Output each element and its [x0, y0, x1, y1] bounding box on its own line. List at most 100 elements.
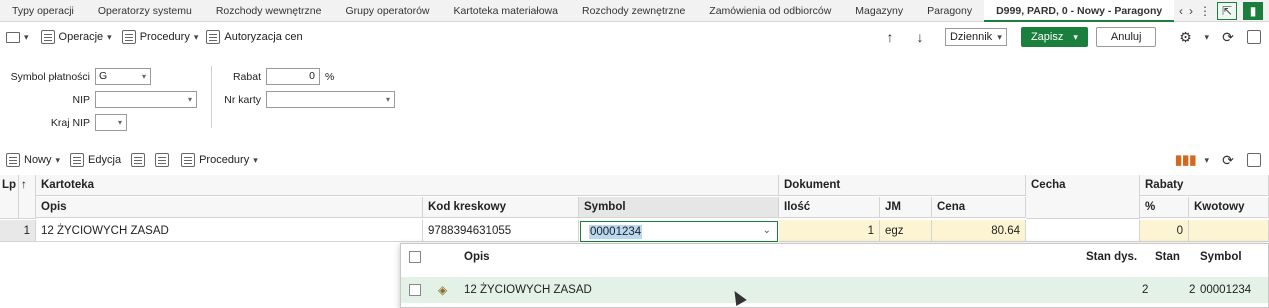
popup-stan-dys-header[interactable]: Stan dys. [1086, 244, 1137, 270]
autoryzacja-cen-button[interactable]: Autoryzacja cen [206, 30, 303, 44]
chevron-down-icon: ▾ [253, 154, 258, 165]
edycja-label: Edycja [88, 154, 122, 166]
rabat-label: Rabat [232, 71, 261, 83]
chevron-down-icon: ▾ [385, 95, 390, 104]
popup-row[interactable]: ◈ 12 ŻYCIOWYCH ZASAD 2 2 00001234 [401, 277, 1268, 303]
delete-document-button[interactable] [155, 153, 170, 167]
procedury-menu[interactable]: Procedury ▾ [121, 30, 198, 44]
popup-row-stan-dys: 2 [1142, 284, 1149, 296]
operacje-label: Operacje [58, 31, 104, 43]
tab-magazyny[interactable]: Magazyny [843, 0, 915, 22]
col-opis-header[interactable]: Opis [36, 197, 423, 218]
popup-symbol-header[interactable]: Symbol [1200, 244, 1242, 270]
dziennik-select[interactable]: Dziennik ▾ [944, 28, 1007, 46]
zapisz-button[interactable]: Zapisz ▾ [1020, 27, 1088, 47]
chevron-down-icon[interactable]: ▾ [1204, 32, 1209, 43]
info-document-button[interactable] [131, 153, 146, 167]
header-form: Symbol płatności G ▾ NIP ▾ Kraj NIP ▾ Ra… [0, 56, 1269, 136]
row-jm[interactable]: egz [880, 220, 932, 242]
new-document-icon [6, 153, 20, 167]
col-lp-header[interactable]: Lp [0, 175, 19, 219]
document-icon [121, 30, 136, 44]
refresh-icon[interactable]: ⟳ [1217, 29, 1239, 46]
tab-rozchody-wewnetrzne[interactable]: Rozchody wewnętrzne [204, 0, 334, 22]
row-kod-kreskowy[interactable]: 9788394631055 [423, 220, 579, 242]
open-external-icon[interactable]: ⇱ [1217, 2, 1237, 20]
settings-icon[interactable]: ⚙ [1174, 29, 1196, 46]
grid-right-tools: ▮▮▮ ▾ ⟳ [1175, 150, 1261, 170]
nr-karty-select[interactable]: ▾ [266, 91, 395, 108]
tab-prev-icon[interactable]: ‹ [1179, 4, 1183, 18]
rabat-input[interactable]: 0 [266, 68, 320, 85]
chevron-down-icon: ▾ [997, 31, 1002, 42]
popup-row-stan: 2 [1189, 284, 1196, 296]
nip-select[interactable]: ▾ [95, 91, 197, 108]
col-kwotowy-header[interactable]: Kwotowy [1189, 197, 1269, 218]
anuluj-label: Anuluj [1110, 31, 1142, 43]
chevron-down-icon: ▾ [55, 154, 61, 165]
col-symbol-header[interactable]: Symbol [579, 197, 779, 218]
col-procent-header[interactable]: % [1140, 197, 1189, 218]
row-cena[interactable]: 80.64 [932, 220, 1026, 242]
chevron-down-icon: ▾ [187, 95, 192, 104]
popup-opis-header[interactable]: Opis [464, 244, 490, 270]
chevron-down-icon[interactable]: ⌄ [763, 225, 771, 236]
refresh-icon[interactable]: ⟳ [1217, 152, 1239, 169]
delete-document-icon [155, 153, 170, 167]
anuluj-button[interactable]: Anuluj [1095, 27, 1157, 47]
operacje-menu[interactable]: Operacje ▾ [40, 30, 112, 44]
tab-kartoteka-materialowa[interactable]: Kartoteka materiałowa [442, 0, 570, 22]
edycja-button[interactable]: Edycja [70, 153, 121, 167]
popup-row-opis: 12 ŻYCIOWYCH ZASAD [464, 284, 592, 296]
chevron-down-icon[interactable]: ▾ [1073, 32, 1078, 43]
procedury-grid-menu[interactable]: Procedury ▾ [181, 153, 258, 167]
chevron-down-icon[interactable]: ▾ [1204, 155, 1209, 166]
tab-more-icon[interactable]: ⋮ [1199, 4, 1211, 18]
nip-label: NIP [72, 94, 90, 106]
arrow-down-icon[interactable]: ↓ [909, 29, 931, 45]
tab-zamowienia-od-odbiorcow[interactable]: Zamówienia od odbiorców [697, 0, 843, 22]
row-ilosc[interactable]: 1 [779, 220, 880, 242]
row-rabat-kwotowy[interactable] [1189, 220, 1269, 242]
procedury-grid-label: Procedury [199, 154, 250, 166]
col-ilosc-header[interactable]: Ilość [779, 197, 880, 218]
chevron-down-icon: ▾ [141, 72, 146, 81]
symbol-combobox[interactable]: 00001234 ⌄ [580, 221, 778, 242]
edit-document-icon [70, 153, 85, 167]
tab-paragony[interactable]: Paragony [915, 0, 984, 22]
col-cena-header[interactable]: Cena [932, 197, 1026, 218]
row-lp[interactable]: 1 [0, 220, 36, 242]
panel-toggle-icon[interactable]: ▮ [1243, 2, 1263, 20]
select-all-checkbox[interactable] [409, 251, 421, 263]
grid-toolbar: Nowy ▾ Edycja Procedury ▾ [0, 150, 1269, 170]
sort-arrow-icon[interactable]: ↑ [19, 175, 36, 219]
tab-grupy-operatorow[interactable]: Grupy operatorów [333, 0, 441, 22]
kraj-nip-select[interactable]: ▾ [95, 114, 127, 131]
tab-d999-paragony[interactable]: D999, PARD, 0 - Nowy - Paragony [984, 0, 1175, 22]
col-kod-header[interactable]: Kod kreskowy [423, 197, 579, 218]
row-rabat-procent[interactable]: 0 [1140, 220, 1189, 242]
info-document-icon [131, 153, 146, 167]
tab-next-icon[interactable]: › [1189, 4, 1193, 18]
tab-bar: Typy operacji Operatorzy systemu Rozchod… [0, 0, 1269, 22]
arrow-up-icon[interactable]: ↑ [879, 29, 901, 45]
row-checkbox[interactable] [409, 284, 421, 296]
layout-icon[interactable] [1247, 30, 1261, 44]
symbol-platnosci-value: G [99, 70, 108, 82]
cecha-header[interactable]: Cecha [1026, 175, 1140, 219]
row-opis[interactable]: 12 ŻYCIOWYCH ZASAD [36, 220, 423, 242]
nowy-menu[interactable]: Nowy ▾ [6, 153, 60, 167]
tab-operatorzy-systemu[interactable]: Operatorzy systemu [86, 0, 204, 22]
popup-stan-header[interactable]: Stan [1155, 244, 1180, 270]
symbol-platnosci-select[interactable]: G ▾ [95, 68, 151, 85]
tab-typy-operacji[interactable]: Typy operacji [0, 0, 86, 22]
tab-rozchody-zewnetrzne[interactable]: Rozchody zewnętrzne [570, 0, 697, 22]
row-cecha[interactable] [1026, 220, 1140, 242]
col-jm-header[interactable]: JM [880, 197, 932, 218]
chevron-down-icon: ▾ [117, 118, 122, 127]
nr-karty-label: Nr karty [224, 94, 261, 106]
print-button[interactable]: ▾ [6, 31, 29, 43]
chart-icon[interactable]: ▮▮▮ [1175, 152, 1196, 168]
symbol-input-value[interactable]: 00001234 [589, 225, 643, 239]
layout-icon[interactable] [1247, 153, 1261, 167]
